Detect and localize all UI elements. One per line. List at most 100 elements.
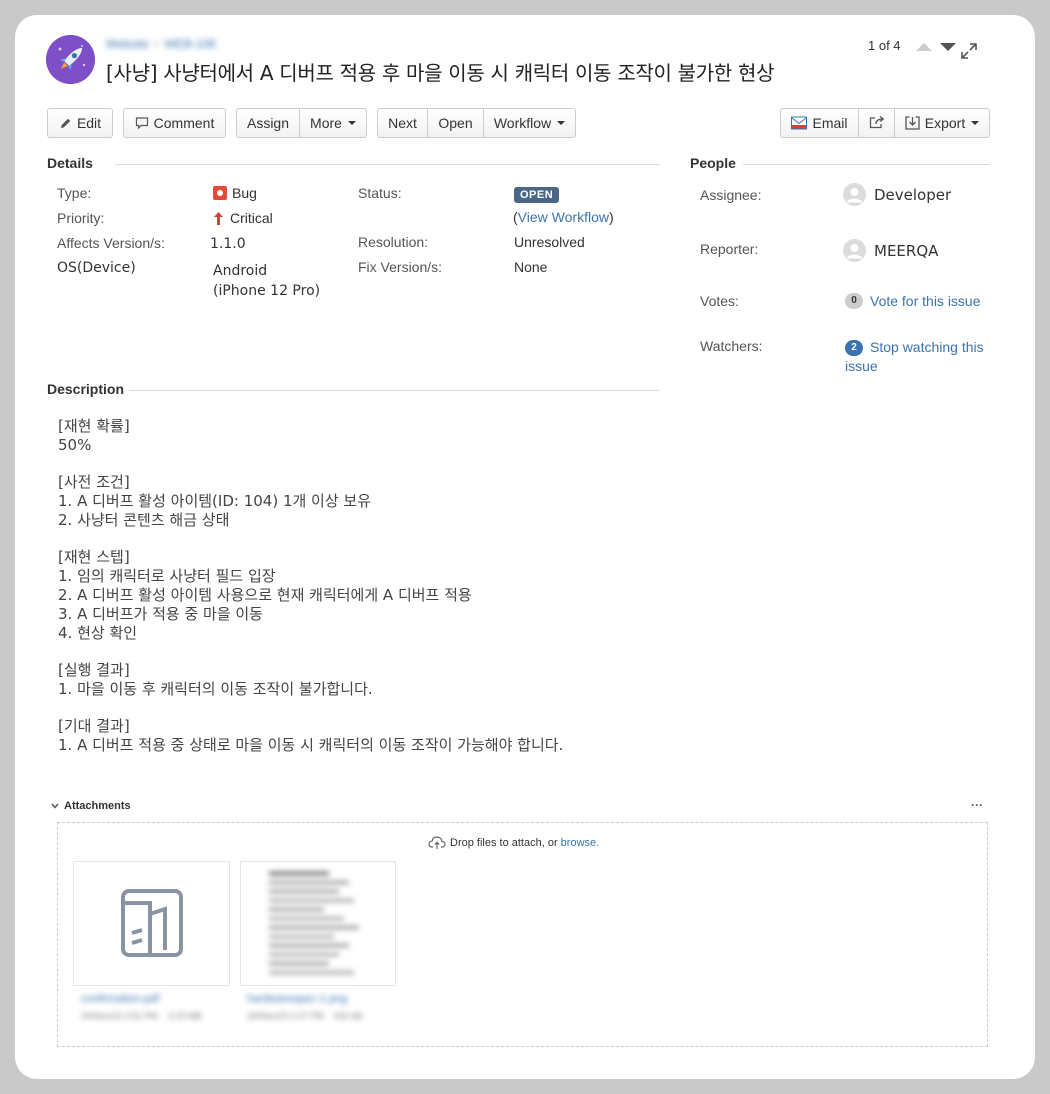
- description-line: 1. A 디버프 활성 아이템(ID: 104) 1개 이상 보유: [58, 492, 372, 510]
- comment-icon: [135, 116, 149, 130]
- workflow-button[interactable]: Workflow: [483, 108, 576, 138]
- vote-link[interactable]: Vote for this issue: [870, 293, 981, 309]
- email-button[interactable]: Email: [780, 108, 859, 138]
- watchers-value: 2 Stop watching this issue: [845, 338, 984, 376]
- arrow-up-icon: [213, 211, 224, 226]
- view-workflow-link[interactable]: View Workflow: [518, 209, 609, 225]
- next-label: Next: [388, 115, 417, 131]
- drop-text: Drop files to attach, or: [450, 836, 558, 849]
- votes-count-badge: 0: [845, 293, 863, 309]
- attachments-toggle[interactable]: Attachments: [51, 800, 131, 812]
- chevron-down-icon: [557, 121, 566, 125]
- affects-version-label: Affects Version/s:: [57, 235, 165, 251]
- affects-version-value[interactable]: 1.1.0: [210, 236, 246, 252]
- attachment-size: 632 kB: [334, 1011, 363, 1021]
- bug-icon: [213, 186, 227, 200]
- desc-block: [재현 확률] 50%: [58, 417, 678, 455]
- attachment-thumbnail[interactable]: [73, 861, 230, 986]
- edit-label: Edit: [76, 115, 102, 131]
- stop-watching-link-cont[interactable]: issue: [845, 357, 984, 376]
- user-avatar-icon: [843, 183, 866, 206]
- details-heading[interactable]: Details: [47, 155, 93, 171]
- priority-value: Critical: [213, 210, 273, 226]
- description-body[interactable]: [재현 확률] 50% [사전 조건] 1. A 디버프 활성 아이템(ID: 10…: [58, 417, 678, 773]
- type-value: Bug: [213, 185, 257, 201]
- edit-button[interactable]: Edit: [47, 108, 113, 138]
- description-line: 2. 사냥터 콘텐츠 해금 상태: [58, 511, 230, 529]
- browse-link[interactable]: browse.: [561, 837, 600, 849]
- reporter-name: MEERQA: [874, 241, 939, 260]
- attachment-date: 24/Nov/23 2:51 PM: [81, 1011, 159, 1021]
- assign-button[interactable]: Assign: [236, 108, 300, 138]
- drop-files-text: Drop files to attach, or browse.: [428, 835, 599, 850]
- export-label: Export: [924, 115, 966, 131]
- os-device-value: Android (iPhone 12 Pro): [213, 261, 320, 301]
- description-line: [재현 스텝]: [58, 548, 130, 566]
- attachments-heading: Attachments: [64, 800, 131, 812]
- attachment-date: 24/Nov/23 2:37 PM: [247, 1011, 325, 1021]
- more-button[interactable]: More: [299, 108, 367, 138]
- issue-pager: 1 of 4: [868, 38, 956, 53]
- view-workflow: (View Workflow): [513, 209, 614, 225]
- attachment-size: 3.23 MB: [168, 1011, 202, 1021]
- chevron-down-icon: [971, 121, 980, 125]
- upload-cloud-icon: [428, 835, 446, 850]
- description-line: [사전 조건]: [58, 473, 130, 491]
- attachment-meta: 24/Nov/23 2:51 PM 3.23 MB: [81, 1011, 202, 1021]
- priority-label: Priority:: [57, 210, 105, 226]
- attachment-filename[interactable]: confirmation.pdf: [81, 993, 159, 1005]
- export-button[interactable]: Export: [894, 108, 990, 138]
- issue-card: Website / WEB-106 [사냥] 사냥터에서 A 디버프 적용 후 마을…: [15, 15, 1035, 1079]
- assign-label: Assign: [246, 115, 290, 131]
- reporter-value[interactable]: MEERQA: [843, 239, 938, 262]
- resolution-label: Resolution:: [358, 234, 429, 250]
- chevron-down-icon: [51, 803, 59, 809]
- assignee-value[interactable]: Developer: [843, 183, 951, 206]
- share-button[interactable]: [858, 108, 895, 138]
- priority-text: Critical: [230, 210, 273, 226]
- email-label: Email: [812, 115, 848, 131]
- type-text: Bug: [232, 185, 257, 201]
- image-preview: [269, 868, 364, 980]
- description-line: 1. A 디버프 적용 중 상태로 마을 이동 시 캐릭터의 이동 조작이 가능…: [58, 736, 564, 754]
- os-device-line-1: Android: [213, 263, 268, 279]
- description-line: 3. A 디버프가 적용 중 마을 이동: [58, 605, 263, 623]
- os-device-label: OS(Device): [57, 260, 136, 276]
- status-label: Status:: [358, 185, 402, 201]
- description-line: [재현 확률]: [58, 417, 130, 435]
- pager-text: 1 of 4: [868, 38, 901, 53]
- votes-label: Votes:: [700, 293, 739, 309]
- details-divider: [115, 164, 660, 165]
- breadcrumb-issue-key[interactable]: WEB-106: [164, 37, 215, 51]
- description-line: 50%: [58, 436, 92, 454]
- attachment-thumbnail[interactable]: [240, 861, 396, 986]
- attachments-more-icon[interactable]: ···: [971, 798, 983, 812]
- description-heading[interactable]: Description: [47, 381, 124, 397]
- watchers-count-badge: 2: [845, 339, 863, 356]
- project-avatar[interactable]: [46, 35, 95, 84]
- desc-block: [사전 조건] 1. A 디버프 활성 아이템(ID: 104) 1개 이상 보유…: [58, 473, 678, 530]
- breadcrumb: Website / WEB-106: [106, 37, 216, 51]
- issue-title[interactable]: [사냥] 사냥터에서 A 디버프 적용 후 마을 이동 시 캐릭터 이동 조작이…: [106, 57, 775, 86]
- previous-issue-icon[interactable]: [916, 42, 933, 51]
- people-divider: [743, 164, 990, 165]
- description-line: 4. 현상 확인: [58, 624, 138, 642]
- share-icon: [869, 115, 885, 132]
- next-issue-icon[interactable]: [939, 42, 956, 51]
- open-button[interactable]: Open: [427, 108, 484, 138]
- next-button[interactable]: Next: [377, 108, 428, 138]
- expand-icon[interactable]: [960, 42, 978, 60]
- attachment-filename[interactable]: hardwarespec-1.png: [247, 993, 347, 1005]
- stop-watching-link[interactable]: Stop watching this: [870, 338, 984, 357]
- desc-block: [실행 결과] 1. 마을 이동 후 캐릭터의 이동 조작이 불가합니다.: [58, 661, 678, 699]
- more-label: More: [310, 115, 342, 131]
- assignee-label: Assignee:: [700, 187, 762, 203]
- desc-block: [기대 결과] 1. A 디버프 적용 중 상태로 마을 이동 시 캐릭터의 이동…: [58, 717, 678, 755]
- pdf-document-icon: [120, 888, 184, 963]
- email-icon: [791, 116, 808, 130]
- breadcrumb-project[interactable]: Website: [106, 37, 149, 51]
- user-avatar-icon: [843, 239, 866, 262]
- os-device-line-2: (iPhone 12 Pro): [213, 283, 321, 299]
- people-heading[interactable]: People: [690, 155, 736, 171]
- comment-button[interactable]: Comment: [123, 108, 226, 138]
